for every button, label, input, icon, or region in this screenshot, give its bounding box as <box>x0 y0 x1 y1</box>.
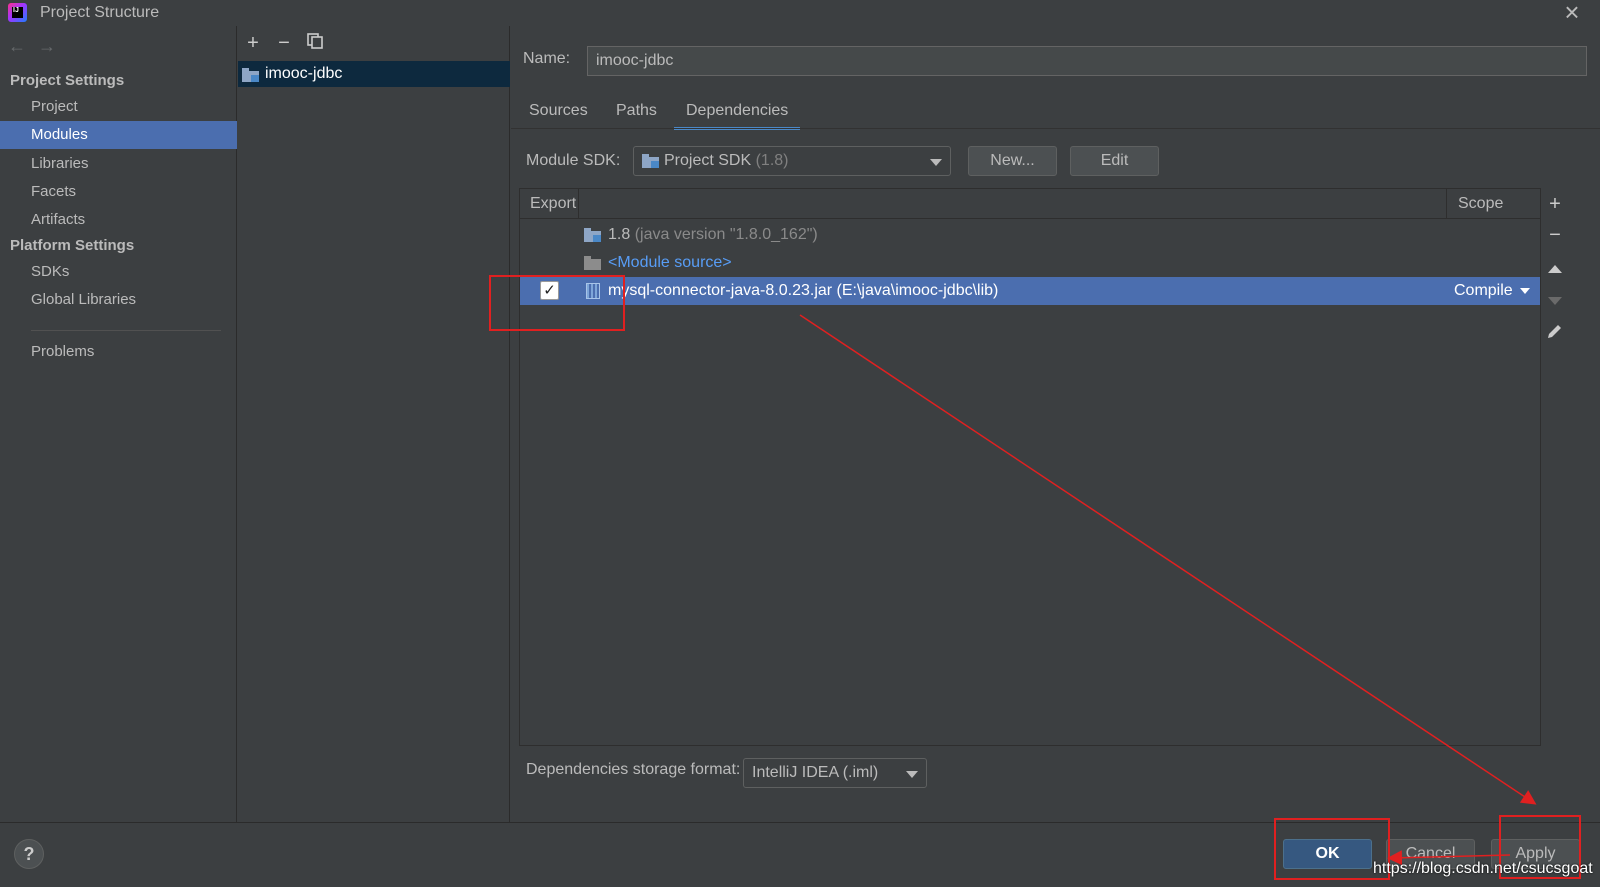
module-editor: Name: imooc-jdbc Sources Paths Dependenc… <box>511 26 1600 822</box>
new-sdk-button[interactable]: New... <box>968 146 1057 176</box>
plus-icon[interactable]: + <box>1545 194 1565 214</box>
sidebar-item-sdks[interactable]: SDKs <box>0 258 237 286</box>
sidebar-item-problems[interactable]: Problems <box>0 338 237 366</box>
module-sdk-label: Module SDK: <box>526 152 621 169</box>
module-source-icon <box>584 256 601 270</box>
annotation-box-checkbox <box>489 275 625 331</box>
table-row[interactable]: 1.8 (java version "1.8.0_162") <box>520 221 1540 249</box>
sdk-folder-icon <box>642 154 659 168</box>
dependency-detail: (java version "1.8.0_162") <box>634 226 818 243</box>
intellij-logo-icon: IJ <box>8 3 27 22</box>
chevron-down-icon <box>930 159 942 166</box>
table-row[interactable]: <Module source> <box>520 249 1540 277</box>
sidebar-item-project[interactable]: Project <box>0 93 237 121</box>
sidebar-item-libraries[interactable]: Libraries <box>0 150 237 178</box>
edit-pencil-icon[interactable] <box>1545 322 1565 342</box>
dependency-name: 1.8 <box>608 226 631 243</box>
module-sdk-value: Project SDK <box>664 152 752 169</box>
sidebar-item-modules[interactable]: Modules <box>0 121 237 149</box>
move-up-icon[interactable] <box>1548 265 1562 273</box>
copy-icon[interactable] <box>304 32 326 54</box>
watermark-text: https://blog.csdn.net/csucsgoat <box>1373 860 1593 877</box>
chevron-down-icon <box>1520 288 1530 294</box>
title-bar: IJ Project Structure × <box>0 0 1600 26</box>
settings-sidebar: ← → Project Settings Project Modules Lib… <box>0 26 237 822</box>
dependency-label: 1.8 (java version "1.8.0_162") <box>608 221 818 249</box>
table-row-selected[interactable]: ✓ mysql-connector-java-8.0.23.jar (E:\ja… <box>520 277 1540 305</box>
arrow-right-icon[interactable]: → <box>38 36 56 57</box>
sidebar-item-artifacts[interactable]: Artifacts <box>0 206 237 234</box>
tab-divider <box>511 128 1600 129</box>
module-list-pane: + − imooc-jdbc <box>238 26 510 822</box>
sidebar-item-facets[interactable]: Facets <box>0 178 237 206</box>
module-item-imooc-jdbc[interactable]: imooc-jdbc <box>238 61 510 87</box>
minus-icon[interactable]: − <box>273 32 295 54</box>
module-folder-icon <box>242 68 259 82</box>
dependency-name: <Module source> <box>608 254 732 271</box>
chevron-down-icon <box>906 771 918 778</box>
sidebar-divider <box>31 330 221 331</box>
platform-settings-header: Platform Settings <box>10 237 135 254</box>
column-divider <box>578 189 579 219</box>
arrow-left-icon[interactable]: ← <box>8 36 26 57</box>
minus-icon[interactable]: − <box>1545 225 1565 245</box>
sidebar-item-global-libraries[interactable]: Global Libraries <box>0 286 237 314</box>
column-scope[interactable]: Scope <box>1458 195 1503 213</box>
table-header: Export Scope <box>520 189 1540 219</box>
storage-format-dropdown[interactable]: IntelliJ IDEA (.iml) <box>743 758 927 788</box>
move-down-icon[interactable] <box>1548 297 1562 305</box>
module-sdk-dropdown[interactable]: Project SDK (1.8) <box>633 146 951 176</box>
module-sdk-version: (1.8) <box>755 152 789 169</box>
dependencies-table: Export Scope 1.8 (java version "1.8.0_16… <box>519 188 1541 746</box>
dependency-name: mysql-connector-java-8.0.23.jar (E:\java… <box>608 282 999 299</box>
storage-format-label: Dependencies storage format: <box>526 761 741 778</box>
sdk-folder-icon <box>584 228 601 242</box>
tab-paths[interactable]: Paths <box>616 100 657 130</box>
edit-sdk-button[interactable]: Edit <box>1070 146 1159 176</box>
module-name-input[interactable]: imooc-jdbc <box>587 46 1587 76</box>
column-export[interactable]: Export <box>530 195 576 213</box>
help-button[interactable]: ? <box>14 839 44 869</box>
column-divider <box>1446 189 1447 219</box>
tab-sources[interactable]: Sources <box>529 100 588 130</box>
storage-format-value: IntelliJ IDEA (.iml) <box>752 764 879 781</box>
plus-icon[interactable]: + <box>242 32 264 54</box>
scope-dropdown[interactable]: Compile <box>1454 277 1513 305</box>
project-settings-header: Project Settings <box>10 72 125 89</box>
window-title: Project Structure <box>40 4 160 21</box>
name-label: Name: <box>523 50 571 67</box>
close-icon[interactable]: × <box>1560 0 1584 26</box>
tab-dependencies[interactable]: Dependencies <box>674 100 801 130</box>
module-item-label: imooc-jdbc <box>265 65 343 82</box>
